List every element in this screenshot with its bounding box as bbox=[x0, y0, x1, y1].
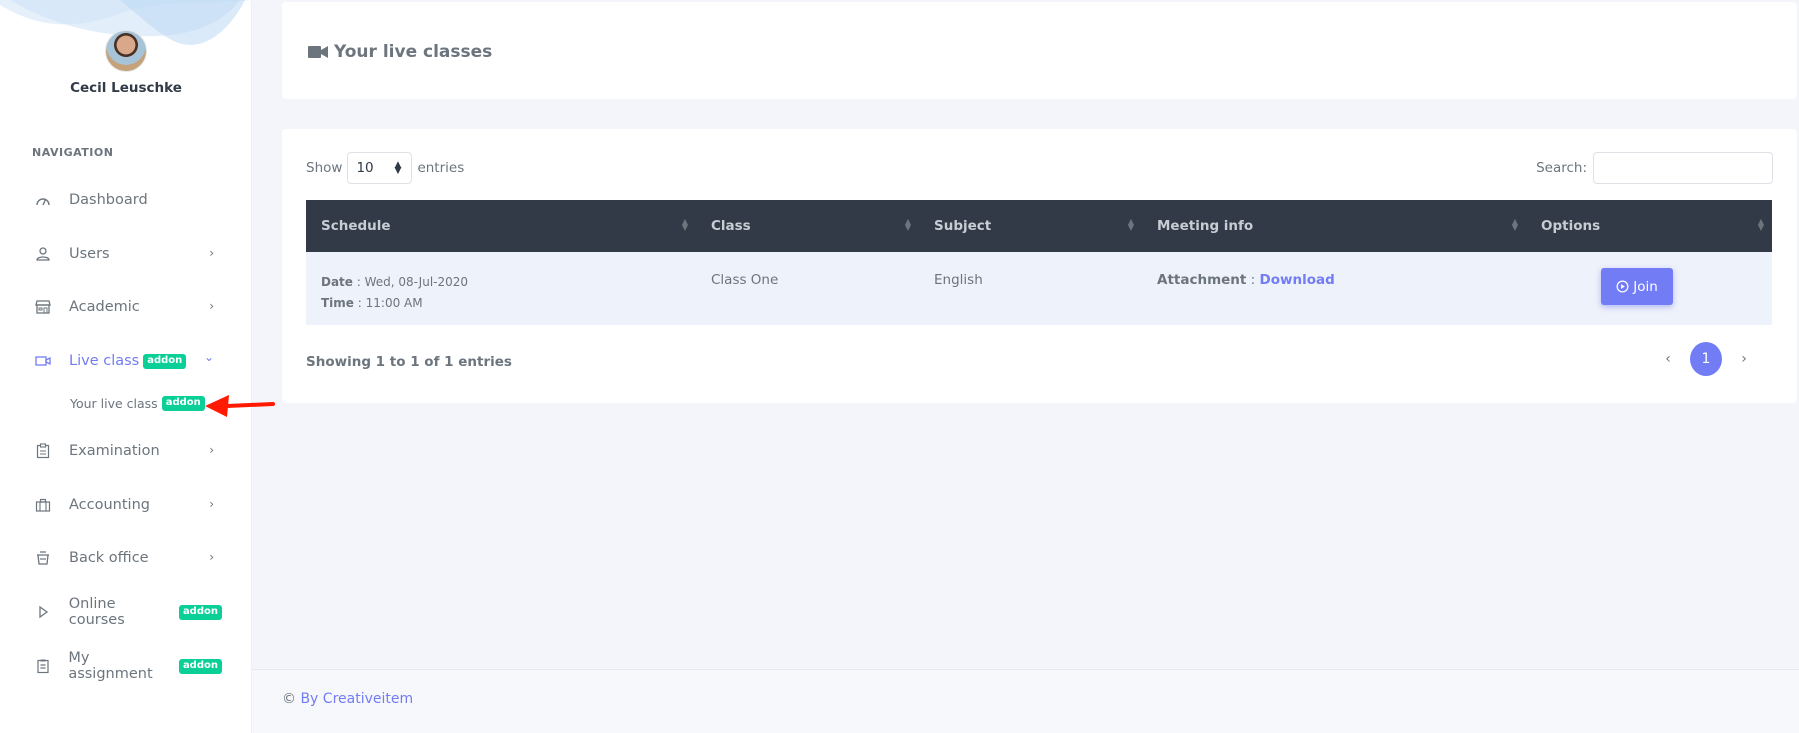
briefcase-icon bbox=[32, 497, 54, 513]
gauge-icon bbox=[32, 192, 54, 208]
attachment-label: Attachment bbox=[1157, 272, 1247, 288]
cell-schedule: Date : Wed, 08-Jul-2020 Time : 11:00 AM bbox=[306, 252, 696, 325]
store-icon bbox=[32, 299, 54, 315]
column-header-class[interactable]: Class ▲ ▼ bbox=[696, 200, 919, 252]
sidebar-item-label: Users bbox=[69, 246, 110, 262]
table-info: Showing 1 to 1 of 1 entries bbox=[306, 354, 512, 370]
column-header-options[interactable]: Options ▲ ▼ bbox=[1526, 200, 1772, 252]
join-button[interactable]: Join bbox=[1601, 268, 1673, 305]
addon-badge: addon bbox=[143, 353, 187, 369]
pagination: ‹ 1 › bbox=[1648, 342, 1764, 376]
cell-meeting-info: Attachment : Download bbox=[1157, 272, 1335, 288]
sort-icon: ▲ ▼ bbox=[904, 217, 911, 232]
sidebar-item-dashboard[interactable]: Dashboard bbox=[32, 185, 222, 215]
sort-icon: ▲ ▼ bbox=[1127, 217, 1134, 232]
sidebar-item-label: Back office bbox=[69, 550, 149, 566]
sidebar-item-users[interactable]: Users › bbox=[32, 239, 222, 269]
sidebar-item-academic[interactable]: Academic › bbox=[32, 292, 222, 322]
live-classes-table: Schedule ▲ ▼ Class ▲ ▼ Subject ▲ ▼ Meeting … bbox=[306, 200, 1772, 325]
chevron-right-icon: › bbox=[209, 550, 214, 564]
play-circle-icon bbox=[1616, 280, 1629, 293]
annotation-arrow-icon bbox=[205, 395, 275, 417]
user-icon bbox=[32, 246, 54, 262]
previous-page-button[interactable]: ‹ bbox=[1648, 351, 1688, 367]
table-header-row: Schedule ▲ ▼ Class ▲ ▼ Subject ▲ ▼ Meeting … bbox=[306, 200, 1772, 252]
page-title: Your live classes bbox=[308, 42, 492, 62]
sort-icon: ▲ ▼ bbox=[681, 217, 688, 232]
entries-length-value: 10 bbox=[356, 160, 374, 176]
basket-icon bbox=[32, 550, 54, 566]
schedule-time: Time : 11:00 AM bbox=[321, 296, 423, 310]
table-search: Search: bbox=[1536, 152, 1773, 184]
chevron-right-icon: › bbox=[209, 299, 214, 313]
avatar[interactable] bbox=[105, 30, 147, 72]
sidebar-item-live-class[interactable]: Live class addon ⌄ bbox=[32, 346, 222, 376]
sort-icon: ▲ ▼ bbox=[1511, 217, 1518, 232]
search-label: Search: bbox=[1536, 160, 1587, 176]
sidebar-item-label: Academic bbox=[69, 299, 140, 315]
chevron-down-icon: ⌄ bbox=[203, 350, 214, 364]
sidebar-subitem-label: Your live class bbox=[70, 396, 158, 411]
sidebar-item-label: Dashboard bbox=[69, 192, 148, 208]
entries-label: entries bbox=[417, 160, 465, 176]
copyright-icon: © bbox=[282, 691, 296, 707]
sidebar-item-my-assignment[interactable]: My assignment addon bbox=[32, 650, 222, 682]
column-header-meeting-info[interactable]: Meeting info ▲ ▼ bbox=[1142, 200, 1526, 252]
page-title-text: Your live classes bbox=[334, 42, 493, 62]
select-spinner-icon: ▲ ▼ bbox=[394, 160, 402, 176]
clipboard-list-icon bbox=[32, 658, 53, 674]
sidebar-item-label: Live class bbox=[69, 353, 140, 369]
addon-badge: addon bbox=[178, 604, 222, 620]
user-name: Cecil Leuschke bbox=[70, 80, 182, 96]
cell-subject: English bbox=[934, 272, 983, 288]
chevron-right-icon: › bbox=[209, 497, 214, 511]
video-icon bbox=[32, 353, 54, 369]
sidebar-item-label: My assignment bbox=[68, 650, 153, 682]
search-input[interactable] bbox=[1593, 152, 1773, 184]
nav-section-title: NAVIGATION bbox=[32, 146, 114, 159]
chevron-right-icon: › bbox=[209, 246, 214, 260]
sidebar-item-back-office[interactable]: Back office › bbox=[32, 543, 222, 573]
entries-length-select[interactable]: 10 ▲ ▼ bbox=[347, 152, 413, 184]
table-row: Date : Wed, 08-Jul-2020 Time : 11:00 AM … bbox=[306, 252, 1772, 325]
addon-badge: addon bbox=[161, 396, 205, 411]
sidebar-item-online-courses[interactable]: Online courses addon bbox=[32, 596, 222, 628]
user-profile: Cecil Leuschke bbox=[0, 30, 251, 96]
page-button-1[interactable]: 1 bbox=[1690, 342, 1722, 376]
footer-link[interactable]: By Creativeitem bbox=[300, 691, 413, 707]
column-header-schedule[interactable]: Schedule ▲ ▼ bbox=[306, 200, 696, 252]
sidebar-subitem-your-live-class[interactable]: Your live class addon bbox=[70, 396, 205, 411]
live-classes-table-card: Show 10 ▲ ▼ entries Search: Schedule ▲ ▼ C… bbox=[282, 129, 1797, 403]
sidebar-item-label: Accounting bbox=[69, 497, 150, 513]
download-link[interactable]: Download bbox=[1260, 272, 1335, 288]
video-camera-icon bbox=[308, 46, 328, 58]
next-page-button[interactable]: › bbox=[1724, 351, 1764, 367]
cell-options: Join bbox=[1526, 252, 1772, 325]
cell-class: Class One bbox=[711, 272, 779, 288]
entries-length-control: Show 10 ▲ ▼ entries bbox=[306, 152, 464, 184]
schedule-date: Date : Wed, 08-Jul-2020 bbox=[321, 275, 469, 289]
sidebar: Cecil Leuschke NAVIGATION Dashboard User… bbox=[0, 0, 252, 733]
chevron-right-icon: › bbox=[209, 443, 214, 457]
clipboard-icon bbox=[32, 443, 54, 459]
sidebar-item-accounting[interactable]: Accounting › bbox=[32, 490, 222, 520]
show-label: Show bbox=[306, 160, 343, 176]
sidebar-item-label: Examination bbox=[69, 443, 160, 459]
column-header-subject[interactable]: Subject ▲ ▼ bbox=[919, 200, 1142, 252]
footer: © By Creativeitem bbox=[252, 669, 1799, 733]
sidebar-item-examination[interactable]: Examination › bbox=[32, 436, 222, 466]
sort-icon: ▲ ▼ bbox=[1757, 217, 1764, 232]
page-title-card: Your live classes bbox=[282, 2, 1797, 99]
addon-badge: addon bbox=[178, 658, 222, 674]
play-icon bbox=[32, 604, 54, 620]
footer-credit: © By Creativeitem bbox=[282, 691, 413, 707]
sidebar-item-label: Online courses bbox=[68, 596, 125, 628]
